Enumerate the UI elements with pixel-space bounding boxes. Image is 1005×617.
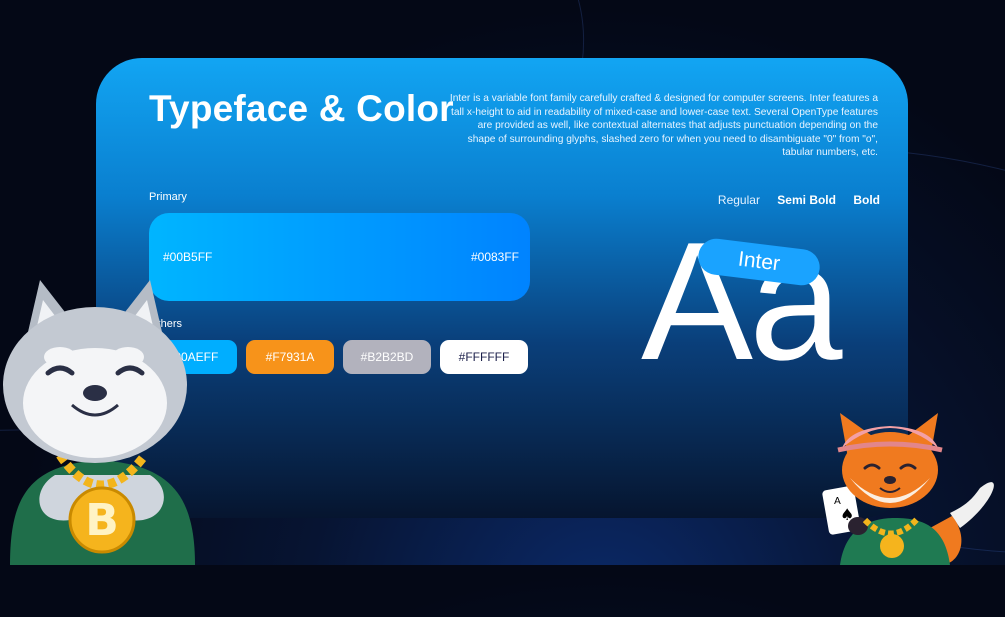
primary-start-hex: #00B5FF — [163, 250, 213, 264]
color-chip-hex: #B2B2BD — [360, 350, 414, 364]
page-title: Typeface & Color — [149, 88, 454, 129]
color-chip-hex: #F7931A — [265, 350, 315, 364]
font-weights: Regular Semi Bold Bold — [704, 193, 880, 207]
primary-gradient-swatch: #00B5FF #0083FF — [149, 213, 530, 301]
fox-mascot-illustration: A ♠ — [822, 413, 994, 565]
font-description: Inter is a variable font family carefull… — [449, 93, 878, 159]
color-chip-hex: #FFFFFF — [458, 350, 510, 364]
color-chip: #F7931A — [246, 340, 334, 374]
color-chip: #FFFFFF — [440, 340, 528, 374]
svg-text:B: B — [85, 495, 119, 546]
primary-label: Primary — [149, 191, 187, 203]
color-chip: #B2B2BD — [343, 340, 431, 374]
weight-bold: Bold — [853, 193, 880, 207]
weight-regular: Regular — [717, 193, 760, 207]
typeface-color-card: Typeface & Color Inter is a variable fon… — [96, 58, 908, 518]
weight-semi-bold: Semi Bold — [777, 193, 836, 207]
husky-mascot-illustration: B — [3, 280, 195, 565]
primary-end-hex: #0083FF — [470, 250, 519, 264]
